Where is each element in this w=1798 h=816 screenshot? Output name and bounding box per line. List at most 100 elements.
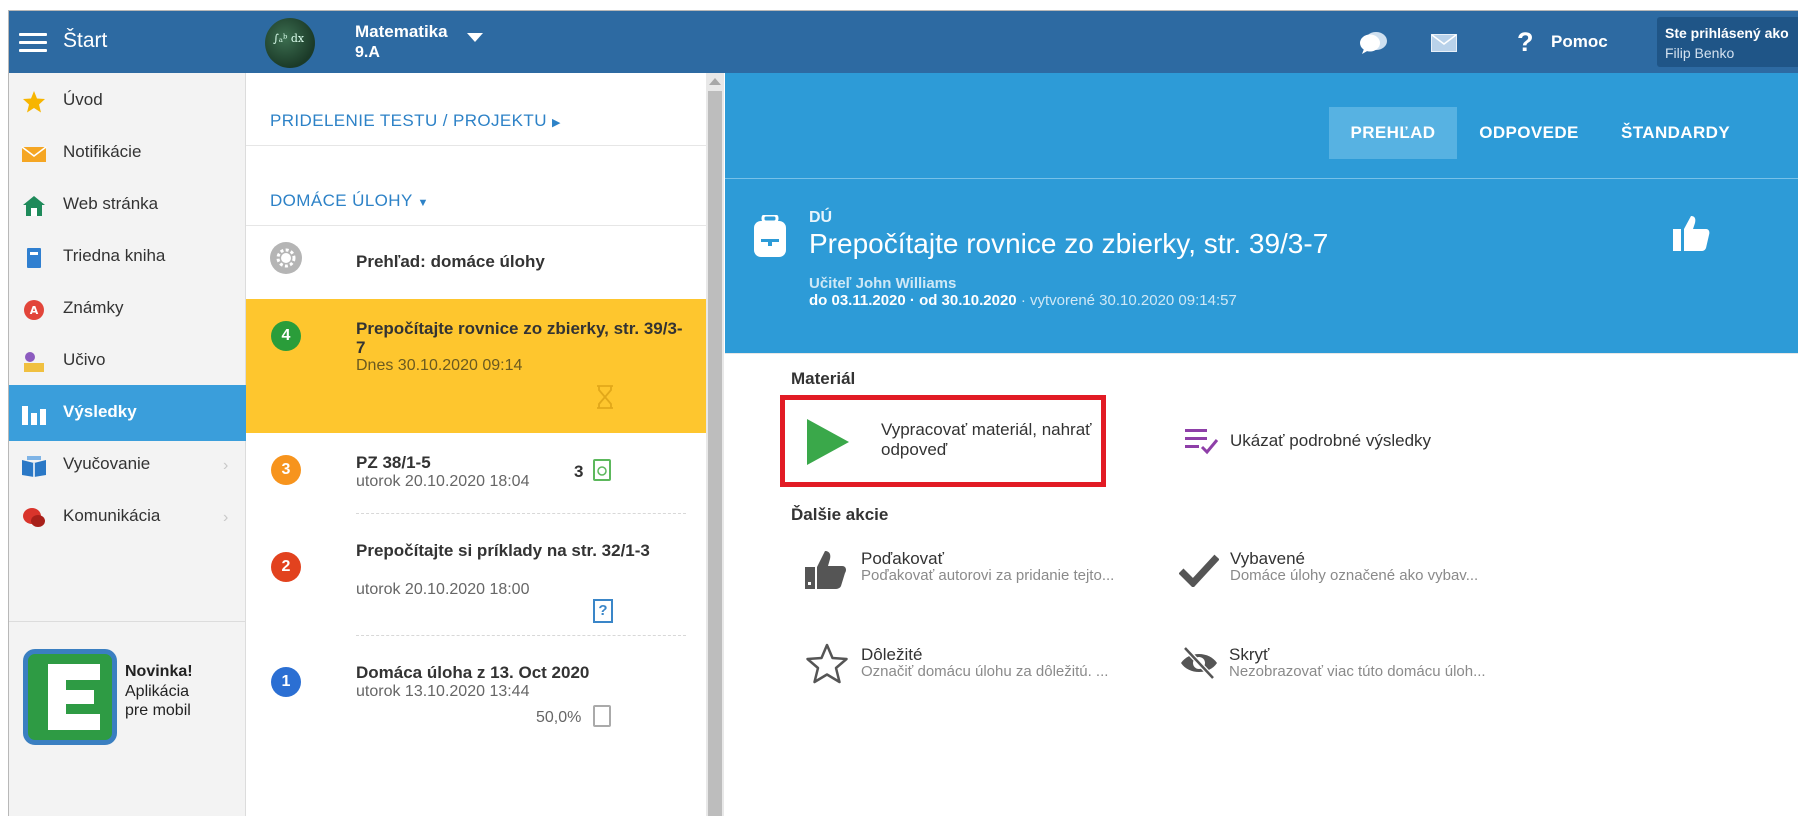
sidebar-item-label: Vyučovanie (63, 454, 151, 473)
sidebar-item-label: Učivo (63, 350, 106, 369)
scroll-up-arrow-icon[interactable] (709, 78, 721, 85)
sidebar-item-label: Výsledky (63, 402, 137, 421)
sidebar-item-label: Triedna kniha (63, 246, 166, 265)
open-book-icon (22, 456, 46, 477)
book-icon (27, 248, 41, 268)
task-item[interactable]: 1 Domáca úloha z 13. Oct 2020 utorok 13.… (246, 637, 706, 816)
scrollbar-thumb[interactable] (708, 91, 722, 816)
subject-avatar[interactable]: ∫ₐᵇ dx (265, 18, 315, 68)
user-info[interactable]: Ste prihlásený ako Filip Benko (1657, 17, 1798, 67)
task-title: Prepočítajte si príklady na str. 32/1-3 (356, 541, 650, 560)
thumbs-up-icon (805, 551, 846, 589)
sidebar-item-vyucovanie[interactable]: Vyučovanie › (9, 437, 246, 493)
teacher-name[interactable]: Učiteľ John Williams (809, 275, 956, 292)
user-name: Filip Benko (1665, 45, 1735, 61)
curriculum-icon (24, 352, 44, 372)
promo-title[interactable]: Novinka! (125, 663, 193, 681)
edupage-e-logo-icon (48, 664, 100, 730)
sidebar-item-label: Notifikácie (63, 142, 142, 161)
task-date: utorok 20.10.2020 18:00 (356, 581, 530, 598)
top-bar: Štart ∫ₐᵇ dx Matematika 9.A ? Pomoc Ste … (9, 11, 1798, 73)
help-question-icon[interactable]: ? (1517, 27, 1534, 58)
promo-line[interactable]: Aplikácia (125, 683, 189, 701)
start-link[interactable]: Štart (63, 29, 107, 53)
promo-line[interactable]: pre mobil (125, 702, 191, 720)
task-divider (356, 635, 686, 636)
document-icon[interactable] (593, 459, 611, 481)
backpack-icon (754, 215, 786, 257)
sidebar-item-label: Komunikácia (63, 506, 161, 525)
hide-action[interactable]: Skryť Nezobrazovať viac túto domácu úloh… (1179, 645, 1559, 689)
sidebar: Úvod Notifikácie Web stránka Triedna kni… (9, 73, 246, 816)
homework-header: DÚ Prepočítajte rovnice zo zbierky, str.… (725, 179, 1798, 353)
sidebar-item-notifikacie[interactable]: Notifikácie (9, 125, 246, 181)
task-title: PZ 38/1-5 (356, 453, 431, 472)
task-title: Prepočítajte rovnice zo zbierky, str. 39… (356, 319, 683, 357)
star-outline-icon (806, 643, 848, 684)
assign-test-link[interactable]: PRIDELENIE TESTU / PROJEKTU ▶ (270, 111, 561, 131)
task-item[interactable]: 3 PZ 38/1-5 utorok 20.10.2020 18:04 3 (246, 433, 706, 515)
envelope-icon (21, 146, 47, 162)
task-title: Domáca úloha z 13. Oct 2020 (356, 663, 590, 682)
sidebar-item-vysledky[interactable]: Výsledky (9, 385, 246, 441)
sidebar-item-web-stranka[interactable]: Web stránka (9, 177, 246, 233)
show-results-title: Ukázať podrobné výsledky (1230, 431, 1432, 450)
help-link[interactable]: Pomoc (1551, 32, 1608, 52)
tab-odpovede[interactable]: ODPOVEDE (1457, 107, 1601, 159)
divider (725, 353, 1798, 354)
logged-in-label: Ste prihlásený ako (1665, 25, 1789, 41)
document-icon[interactable] (593, 705, 611, 727)
sidebar-item-ucivo[interactable]: Učivo (9, 333, 246, 389)
task-item[interactable]: 2 Prepočítajte si príklady na str. 32/1-… (246, 515, 706, 637)
task-number-badge: 2 (271, 552, 301, 582)
subject-caret-down-icon[interactable] (467, 33, 483, 42)
sidebar-item-triedna-kniha[interactable]: Triedna kniha (9, 229, 246, 285)
created-date: · vytvorené 30.10.2020 09:14:57 (1020, 292, 1237, 309)
homework-type: DÚ (809, 209, 833, 226)
task-number-badge: 1 (271, 667, 301, 697)
task-item-active[interactable]: 4 Prepočítajte rovnice zo zbierky, str. … (246, 299, 706, 433)
chat-bubbles-icon[interactable] (1359, 31, 1389, 55)
hide-description: Nezobrazovať viac túto domácu úloh... (1229, 663, 1486, 680)
hamburger-menu-icon[interactable] (19, 33, 47, 52)
sidebar-item-uvod[interactable]: Úvod (9, 73, 246, 129)
important-description: Označiť domácu úlohu za dôležitú. ... (861, 663, 1109, 680)
svg-text:A: A (30, 304, 39, 317)
sidebar-item-label: Úvod (63, 90, 103, 109)
sidebar-item-komunikacia[interactable]: Komunikácia › (9, 489, 246, 545)
class-name[interactable]: 9.A (355, 44, 380, 62)
important-action[interactable]: Dôležité Označiť domácu úlohu za dôležit… (805, 643, 1165, 687)
task-date: utorok 13.10.2020 13:44 (356, 683, 530, 700)
assign-test-label: PRIDELENIE TESTU / PROJEKTU (270, 111, 547, 130)
hourglass-icon (597, 385, 613, 409)
tab-standardy[interactable]: ŠTANDARDY (1601, 107, 1741, 159)
overview-title: Prehľad: domáce úlohy (356, 252, 545, 271)
homework-dropdown[interactable]: DOMÁCE ÚLOHY ▼ (270, 191, 429, 211)
chevron-right-icon: › (223, 509, 229, 526)
quiz-icon[interactable]: ? (593, 599, 613, 623)
chat-icon (23, 508, 45, 527)
avatar-text: ∫ₐᵇ dx (273, 32, 305, 45)
home-icon (23, 196, 45, 216)
checklist-icon (1185, 429, 1219, 455)
task-percent: 50,0% (536, 709, 582, 726)
thumbs-up-icon[interactable] (1671, 213, 1711, 253)
sidebar-item-znamky[interactable]: A Známky (9, 281, 246, 337)
detail-tab-bar: PREHĽAD ODPOVEDE ŠTANDARDY (725, 73, 1798, 178)
attachment-count: 3 (574, 462, 584, 481)
mail-icon[interactable] (1431, 34, 1457, 52)
thank-title: Poďakovať (861, 549, 944, 568)
show-results-action[interactable]: Ukázať podrobné výsledky (1185, 427, 1505, 467)
task-date: utorok 20.10.2020 18:04 (356, 473, 530, 490)
chevron-right-icon: › (223, 457, 229, 474)
mark-done-action[interactable]: Vybavené Domáce úlohy označené ako vybav… (1179, 549, 1539, 597)
subject-name[interactable]: Matematika (355, 22, 448, 42)
thank-description: Poďakovať autorovi za pridanie tejto... (861, 567, 1115, 584)
star-icon (23, 91, 45, 113)
homework-list-panel: PRIDELENIE TESTU / PROJEKTU ▶ DOMÁCE ÚLO… (246, 73, 724, 816)
thank-action[interactable]: Poďakovať Poďakovať autorovi za pridanie… (803, 547, 1163, 597)
caret-down-icon: ▼ (417, 197, 429, 209)
homework-overview-item[interactable]: Prehľad: domáce úlohy (246, 226, 706, 298)
edupage-app-logo[interactable] (23, 649, 117, 745)
tab-prehlad[interactable]: PREHĽAD (1329, 107, 1457, 159)
